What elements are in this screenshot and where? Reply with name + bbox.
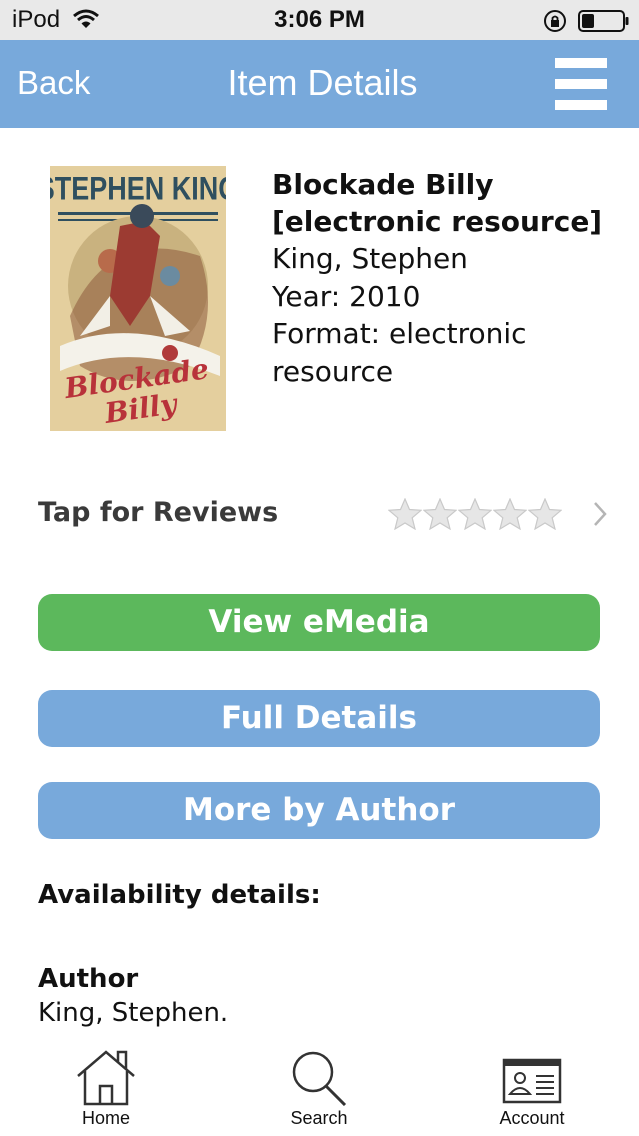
- tab-home[interactable]: Home: [36, 1040, 176, 1136]
- item-format-line-1: Format: electronic: [272, 317, 527, 350]
- account-card-icon: [502, 1058, 562, 1104]
- reviews-row[interactable]: Tap for Reviews: [38, 486, 618, 544]
- status-bar: iPod 3:06 PM: [0, 0, 639, 40]
- item-author: King, Stephen: [272, 242, 468, 275]
- tab-account[interactable]: Account: [462, 1040, 602, 1136]
- home-icon: [77, 1050, 135, 1106]
- more-by-author-button[interactable]: More by Author: [38, 782, 600, 839]
- hamburger-menu-icon[interactable]: [551, 56, 611, 112]
- book-cover-illustration: STEPHEN KING Blockade Billy: [50, 166, 226, 431]
- svg-text:STEPHEN KING: STEPHEN KING: [50, 171, 226, 207]
- tab-home-label: Home: [81, 1108, 130, 1128]
- rotation-lock-icon: [544, 10, 566, 32]
- item-title-line-2: [electronic resource]: [272, 205, 603, 238]
- star-empty-icon: [458, 498, 492, 530]
- star-empty-icon: [493, 498, 527, 530]
- tab-search[interactable]: Search: [249, 1040, 389, 1136]
- item-format-line-2: resource: [272, 354, 394, 388]
- full-details-button[interactable]: Full Details: [38, 690, 600, 747]
- chevron-right-icon: [594, 502, 607, 526]
- reviews-label: Tap for Reviews: [38, 497, 279, 528]
- view-emedia-button[interactable]: View eMedia: [38, 594, 600, 651]
- item-info: Blockade Billy [electronic resource] Kin…: [272, 166, 632, 390]
- availability-heading: Availability details:: [38, 880, 321, 910]
- nav-bar: Back Item Details: [0, 40, 639, 128]
- item-year: Year: 2010: [272, 279, 421, 313]
- star-empty-icon: [528, 498, 562, 530]
- tab-account-label: Account: [499, 1108, 565, 1128]
- tab-bar: Home Search Account: [0, 1040, 639, 1136]
- item-title-line-1: Blockade Billy: [272, 168, 494, 201]
- search-icon: [292, 1051, 347, 1106]
- star-empty-icon: [388, 498, 422, 530]
- book-cover-image: STEPHEN KING Blockade Billy: [50, 166, 226, 431]
- page-title: Item Details: [227, 62, 418, 103]
- author-heading: Author: [38, 964, 139, 994]
- star-empty-icon: [423, 498, 457, 530]
- battery-icon: [578, 10, 629, 32]
- author-value: King, Stephen.: [38, 998, 229, 1028]
- tab-search-label: Search: [290, 1108, 348, 1128]
